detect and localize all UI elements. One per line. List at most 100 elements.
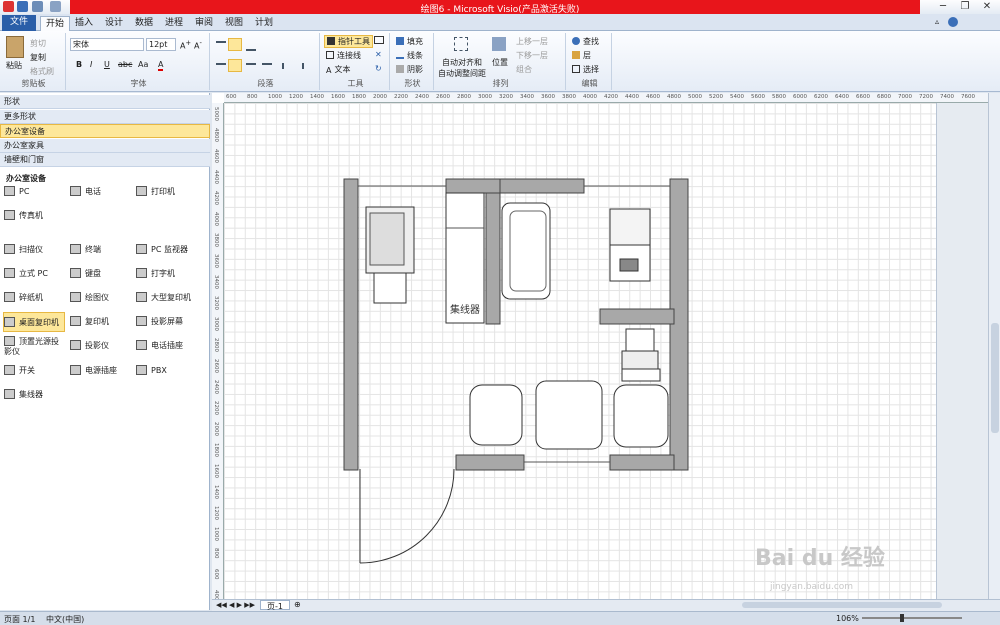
paste-button[interactable]: 粘贴 <box>6 60 22 71</box>
restore-icon[interactable]: ❐ <box>956 0 974 14</box>
shape-plotter[interactable]: 绘图仪 <box>70 288 109 308</box>
vertical-scroll-thumb[interactable] <box>991 323 999 433</box>
strikethrough-button[interactable]: abc <box>118 60 132 69</box>
group-button[interactable]: 组合 <box>516 64 532 75</box>
auto-align-button[interactable]: 自动对齐和 <box>442 57 482 68</box>
shape-pc-monitor[interactable]: PC 监视器 <box>136 240 188 260</box>
tab-design[interactable]: 设计 <box>102 16 126 31</box>
shape-pbx[interactable]: PBX <box>136 361 167 381</box>
find-button[interactable]: 查找 <box>572 36 599 47</box>
indent-icon[interactable] <box>302 63 312 69</box>
shape-printer[interactable]: 打印机 <box>136 182 175 202</box>
shape-phone[interactable]: 电话 <box>70 182 101 202</box>
font-color-button[interactable]: A <box>158 60 164 71</box>
align-bottom-icon[interactable] <box>246 43 256 51</box>
shadow-button[interactable]: 阴影 <box>396 64 423 75</box>
undo-icon[interactable] <box>32 1 43 12</box>
justify-icon[interactable] <box>262 63 272 69</box>
close-icon[interactable]: ✕ <box>978 0 996 14</box>
shape-hub[interactable]: 集线器 <box>4 385 43 405</box>
tab-view[interactable]: 视图 <box>222 16 246 31</box>
redo-icon[interactable] <box>50 1 61 12</box>
format-painter-button[interactable]: 格式刷 <box>30 66 54 77</box>
italic-button[interactable]: I <box>90 60 92 69</box>
line-button[interactable]: 线条 <box>396 50 423 61</box>
tab-home[interactable]: 开始 <box>40 16 70 31</box>
align-middle-icon[interactable] <box>228 38 242 51</box>
shape-fax[interactable]: 传真机 <box>4 206 43 226</box>
shape-projector[interactable]: 投影仪 <box>70 336 109 356</box>
table-center <box>535 380 603 450</box>
cut-button[interactable]: 剪切 <box>30 38 46 49</box>
layer-button[interactable]: 层 <box>572 50 591 61</box>
tab-data[interactable]: 数据 <box>132 16 156 31</box>
stencil-walls-doors[interactable]: 墙壁和门窗 <box>0 153 210 167</box>
page-nav-first-icon[interactable]: ◀◀ ◀ ▶ ▶▶ <box>216 601 255 609</box>
shape-typewriter[interactable]: 打字机 <box>136 264 175 284</box>
tab-file[interactable]: 文件 <box>2 15 36 31</box>
tab-process[interactable]: 进程 <box>162 16 186 31</box>
shape-large-copier[interactable]: 大型复印机 <box>136 288 191 308</box>
save-icon[interactable] <box>17 1 28 12</box>
copy-button[interactable]: 复制 <box>30 52 46 63</box>
tab-insert[interactable]: 插入 <box>72 16 96 31</box>
shape-copier[interactable]: 复印机 <box>70 312 109 332</box>
shape-pc[interactable]: PC <box>4 182 29 202</box>
insert-page-icon[interactable]: ⊕ <box>294 600 308 610</box>
shape-power-outlet[interactable]: 电源插座 <box>70 361 117 381</box>
horizontal-scroll-thumb[interactable] <box>742 602 942 608</box>
position-button[interactable]: 位置 <box>492 57 508 68</box>
text-tool-button[interactable]: A 文本 <box>326 64 350 75</box>
shape-tower-pc[interactable]: 立式 PC <box>4 264 48 284</box>
shape-phone-jack[interactable]: 电话插座 <box>136 336 183 356</box>
bullets-icon[interactable] <box>282 63 292 69</box>
shrink-font-icon[interactable]: A- <box>194 39 202 51</box>
drawing-page[interactable]: 集线器 <box>224 103 988 599</box>
align-center-icon[interactable] <box>228 59 242 72</box>
font-size-select[interactable]: 12pt <box>146 38 176 51</box>
fill-button[interactable]: 填充 <box>396 36 423 47</box>
send-backward-button[interactable]: 下移一层 <box>516 50 548 61</box>
shape-desktop-copier[interactable]: 桌面复印机 <box>3 312 65 332</box>
h-ruler-tick: 5600 <box>751 94 765 100</box>
align-top-icon[interactable] <box>216 41 226 49</box>
help-icon[interactable] <box>948 17 958 27</box>
rotate-icon[interactable]: ↻ <box>375 64 382 73</box>
status-page[interactable]: 页面 1/1 <box>4 614 35 625</box>
tab-review[interactable]: 审阅 <box>192 16 216 31</box>
connector-button[interactable]: 连接线 <box>326 50 361 61</box>
grow-font-icon[interactable]: A+ <box>180 39 191 51</box>
close-icon-tools[interactable]: ✕ <box>375 50 382 59</box>
align-left-icon[interactable] <box>216 63 226 69</box>
font-name-select[interactable]: 宋体 <box>70 38 144 51</box>
shape-shredder[interactable]: 碎纸机 <box>4 288 43 308</box>
shape-terminal[interactable]: 终端 <box>70 240 101 260</box>
tab-plan[interactable]: 计划 <box>252 16 276 31</box>
bring-forward-button[interactable]: 上移一层 <box>516 36 548 47</box>
minimize-icon[interactable]: ─ <box>934 0 952 14</box>
vertical-scrollbar[interactable] <box>988 93 1000 599</box>
underline-button[interactable]: U <box>104 60 110 69</box>
shape-projection-screen[interactable]: 投影屏幕 <box>136 312 183 332</box>
status-language[interactable]: 中文(中国) <box>46 614 84 625</box>
more-shapes-item[interactable]: 更多形状 <box>0 110 210 124</box>
align-right-icon[interactable] <box>246 63 256 69</box>
shape-keyboard[interactable]: 键盘 <box>70 264 101 284</box>
h-ruler-tick: 6600 <box>856 94 870 100</box>
shape-switch[interactable]: 开关 <box>4 361 35 381</box>
zoom-slider[interactable] <box>862 617 962 619</box>
shape-overhead-projector[interactable]: 顶置光源投影仪 <box>4 336 64 356</box>
stencil-office-equipment[interactable]: 办公室设备 <box>0 124 210 138</box>
pointer-tool-button[interactable]: 指针工具 <box>324 35 373 48</box>
rectangle-icon[interactable] <box>374 36 384 44</box>
zoom-slider-thumb[interactable] <box>900 614 904 622</box>
select-button[interactable]: 选择 <box>572 64 599 75</box>
case-icon[interactable]: Aa <box>138 60 148 69</box>
page-tab[interactable]: 页-1 <box>260 600 290 611</box>
minimize-ribbon-icon[interactable]: ▵ <box>935 17 945 27</box>
line-icon <box>396 51 404 59</box>
stencil-office-furniture[interactable]: 办公室家具 <box>0 139 210 153</box>
bold-button[interactable]: B <box>76 60 82 69</box>
status-zoom[interactable]: 106% <box>836 614 859 623</box>
shape-scanner[interactable]: 扫描仪 <box>4 240 43 260</box>
